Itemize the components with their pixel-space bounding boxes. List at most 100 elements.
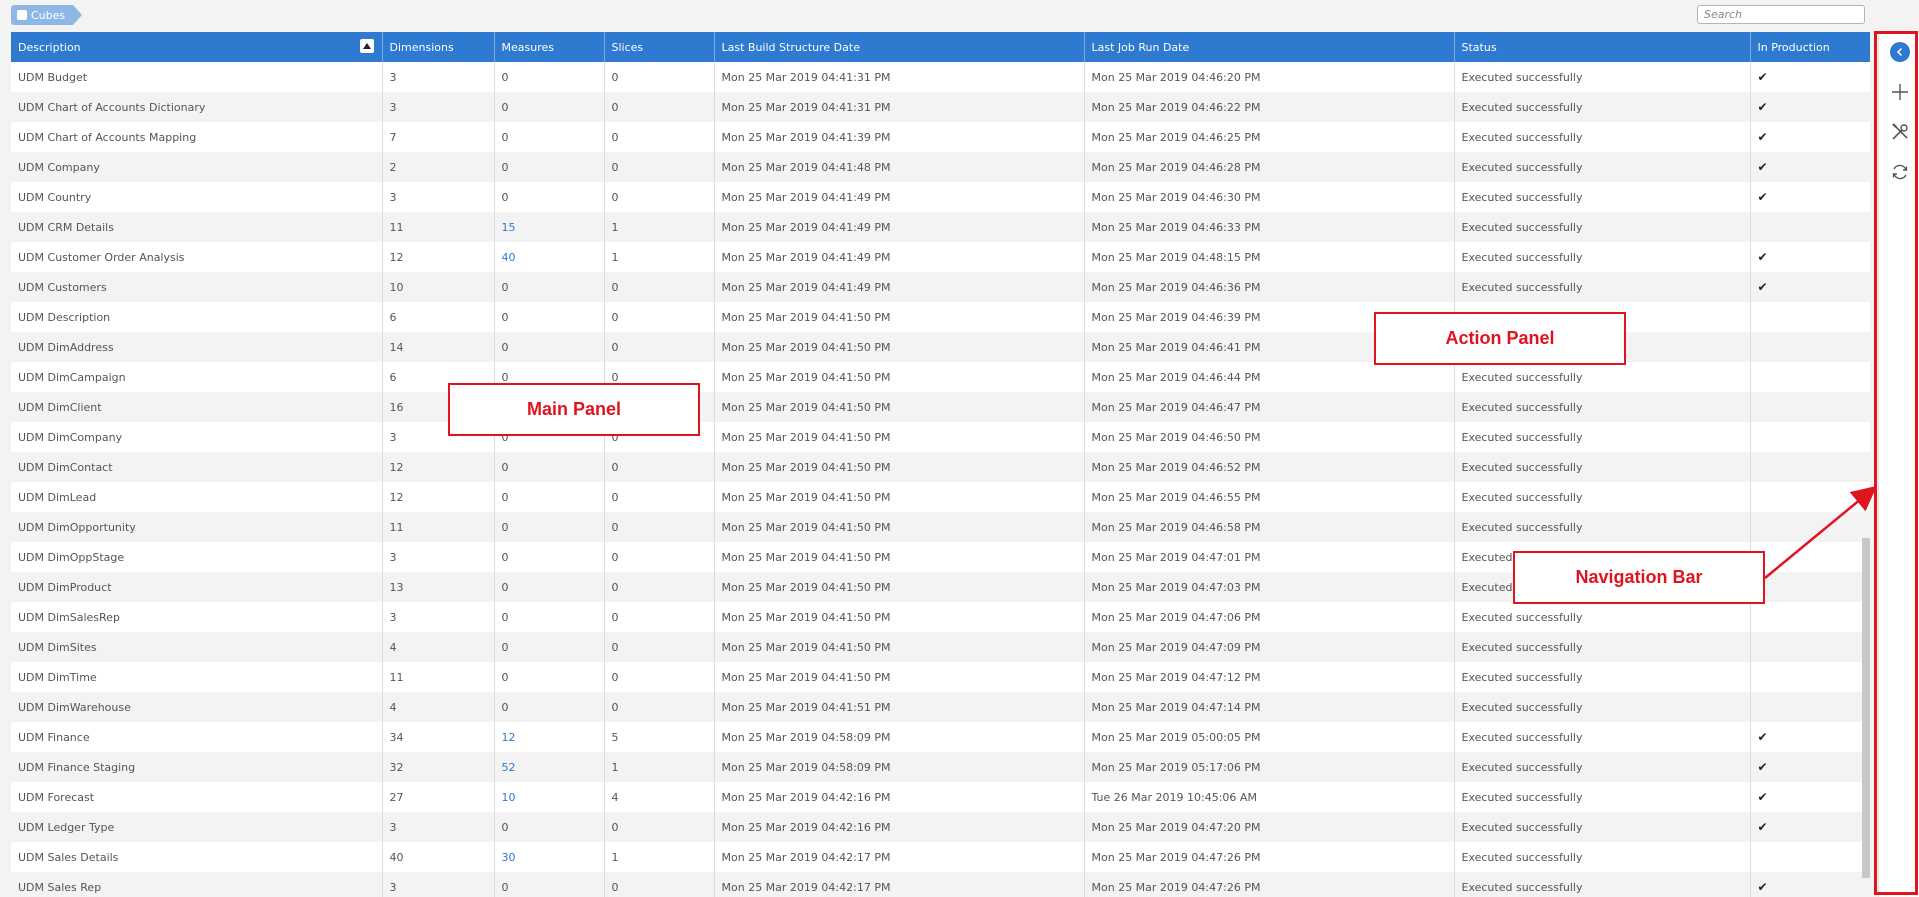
table-row[interactable]: UDM Sales Rep 3 0 0 Mon 25 Mar 2019 04:42:17… [11,872,1870,897]
vertical-scrollbar[interactable] [1862,538,1870,878]
cell-slices: 0 [604,572,715,602]
column-header-dimensions[interactable]: Dimensions [382,32,495,62]
cell-measures: 0 [494,602,605,632]
cell-last-build: Mon 25 Mar 2019 04:41:49 PM [714,272,1085,302]
cell-in-production: ✔ [1750,242,1870,272]
table-row[interactable]: UDM DimCampaign 6 0 0 Mon 25 Mar 2019 04:41:… [11,362,1870,392]
table-row[interactable]: UDM Customer Order Analysis 12 40 1 Mon 25 M… [11,242,1870,272]
cell-in-production: ✔ [1750,812,1870,842]
cell-slices: 0 [604,62,715,92]
column-header-slices[interactable]: Slices [604,32,715,62]
cell-last-job-run: Mon 25 Mar 2019 04:48:15 PM [1084,242,1455,272]
search-input[interactable] [1697,5,1865,24]
table-row[interactable]: UDM DimTime 11 0 0 Mon 25 Mar 2019 04:41:50 … [11,662,1870,692]
cell-in-production: ✔ [1750,152,1870,182]
cell-last-job-run: Mon 25 Mar 2019 04:46:20 PM [1084,62,1455,92]
table-row[interactable]: UDM Company 2 0 0 Mon 25 Mar 2019 04:41:48 P… [11,152,1870,182]
table-row[interactable]: UDM DimContact 12 0 0 Mon 25 Mar 2019 04:41:… [11,452,1870,482]
table-row[interactable]: UDM DimLead 12 0 0 Mon 25 Mar 2019 04:41:50 … [11,482,1870,512]
table-row[interactable]: UDM Budget 3 0 0 Mon 25 Mar 2019 04:41:31 PM… [11,62,1870,92]
column-header-description[interactable]: Description [11,32,383,62]
cell-last-build: Mon 25 Mar 2019 04:41:50 PM [714,392,1085,422]
sort-ascending-icon[interactable] [359,39,374,53]
cell-last-job-run: Mon 25 Mar 2019 04:46:36 PM [1084,272,1455,302]
table-row[interactable]: UDM DimSalesRep 3 0 0 Mon 25 Mar 2019 04:41:… [11,602,1870,632]
cell-in-production: ✔ [1750,782,1870,812]
breadcrumb: Cubes [11,5,83,25]
table-row[interactable]: UDM Country 3 0 0 Mon 25 Mar 2019 04:41:49 P… [11,182,1870,212]
cell-measures: 12 [494,722,605,752]
cell-status: Executed successfully [1454,62,1751,92]
cell-measures: 0 [494,122,605,152]
cell-last-job-run: Mon 25 Mar 2019 04:46:47 PM [1084,392,1455,422]
cell-slices: 0 [604,122,715,152]
cell-dimensions: 40 [382,842,495,872]
cell-last-job-run: Mon 25 Mar 2019 04:46:33 PM [1084,212,1455,242]
table-row[interactable]: UDM Finance 34 12 5 Mon 25 Mar 2019 04:58:09… [11,722,1870,752]
cell-status: Executed successfully [1454,632,1751,662]
cell-last-build: Mon 25 Mar 2019 04:41:49 PM [714,182,1085,212]
cell-dimensions: 11 [382,512,495,542]
cell-status: Executed successfully [1454,692,1751,722]
table-row[interactable]: UDM Customers 10 0 0 Mon 25 Mar 2019 04:41:4… [11,272,1870,302]
column-header-last-job-run[interactable]: Last Job Run Date [1084,32,1455,62]
cell-slices: 4 [604,782,715,812]
table-row[interactable]: UDM Finance Staging 32 52 1 Mon 25 Mar 2019 … [11,752,1870,782]
column-header-status[interactable]: Status [1454,32,1751,62]
table-row[interactable]: UDM DimCompany 3 0 0 Mon 25 Mar 2019 04:41:5… [11,422,1870,452]
table-row[interactable]: UDM DimClient1600Mon 25 Mar 2019 04:41:5… [11,392,1870,422]
cell-slices: 0 [604,662,715,692]
table-row[interactable]: UDM Forecast 27 10 4 Mon 25 Mar 2019 04:42:1… [11,782,1870,812]
cell-dimensions: 3 [382,872,495,897]
cell-slices: 0 [604,692,715,722]
cell-slices: 0 [604,302,715,332]
cell-in-production [1750,482,1870,512]
cell-dimensions: 3 [382,602,495,632]
breadcrumb-item-cubes[interactable]: Cubes [11,5,83,25]
cell-last-build: Mon 25 Mar 2019 04:42:16 PM [714,782,1085,812]
cell-status: Executed successfully [1454,92,1751,122]
collapse-button[interactable] [1879,32,1919,72]
cell-description: UDM DimLead [11,482,383,512]
table-row[interactable]: UDM CRM Details 11 15 1 Mon 25 Mar 2019 04:4… [11,212,1870,242]
cell-description: UDM DimSites [11,632,383,662]
table-row[interactable]: UDM Sales Details 40 30 1 Mon 25 Mar 2019 04… [11,842,1870,872]
cell-status: Executed successfully [1454,782,1751,812]
add-button[interactable] [1879,72,1919,112]
tools-icon [1891,123,1908,140]
cell-dimensions: 32 [382,752,495,782]
cell-description: UDM DimCompany [11,422,383,452]
tools-button[interactable] [1879,112,1919,152]
cell-last-build: Mon 25 Mar 2019 04:41:31 PM [714,62,1085,92]
cell-slices: 1 [604,212,715,242]
table-row[interactable]: UDM Ledger Type 3 0 0 Mon 25 Mar 2019 04:42:… [11,812,1870,842]
cell-in-production [1750,602,1870,632]
navigation-bar [1878,32,1919,897]
refresh-button[interactable] [1879,152,1919,192]
cell-dimensions: 12 [382,242,495,272]
table-row[interactable]: UDM DimSites 4 0 0 Mon 25 Mar 2019 04:41:50 … [11,632,1870,662]
cell-status: Executed successfully [1454,602,1751,632]
cell-description: UDM Forecast [11,782,383,812]
column-header-last-build[interactable]: Last Build Structure Date [714,32,1085,62]
table-row[interactable]: UDM Chart of Accounts Dictionary 3 0 0 Mon 2… [11,92,1870,122]
cell-measures: 0 [494,662,605,692]
cell-in-production [1750,452,1870,482]
cell-in-production [1750,542,1870,572]
cell-in-production: ✔ [1750,62,1870,92]
cell-slices: 0 [604,542,715,572]
cell-in-production [1750,512,1870,542]
cell-description: UDM Country [11,182,383,212]
table-row[interactable]: UDM DimOpportunity 11 0 0 Mon 25 Mar 2019 04… [11,512,1870,542]
cell-slices: 1 [604,842,715,872]
column-header-measures[interactable]: Measures [494,32,605,62]
cell-last-job-run: Mon 25 Mar 2019 04:46:52 PM [1084,452,1455,482]
column-header-in-production[interactable]: In Production [1750,32,1870,62]
table-row[interactable]: UDM DimWarehouse 4 0 0 Mon 25 Mar 2019 04:41… [11,692,1870,722]
cell-last-job-run: Mon 25 Mar 2019 04:47:06 PM [1084,602,1455,632]
cell-description: UDM DimWarehouse [11,692,383,722]
cell-slices: 0 [604,452,715,482]
table-row[interactable]: UDM Chart of Accounts Mapping 7 0 0 Mon 25 M… [11,122,1870,152]
cell-last-build: Mon 25 Mar 2019 04:41:50 PM [714,362,1085,392]
cell-last-job-run: Mon 25 Mar 2019 04:46:55 PM [1084,482,1455,512]
